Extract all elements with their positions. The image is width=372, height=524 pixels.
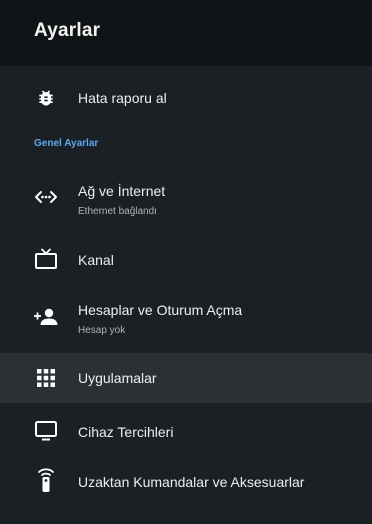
menu-item-remotes-accessories[interactable]: Uzaktan Kumandalar ve Aksesuarlar: [0, 462, 372, 502]
menu-item-channel[interactable]: Kanal: [0, 240, 372, 278]
menu-item-device-preferences[interactable]: Cihaz Tercihleri: [0, 412, 372, 450]
tv-icon: [33, 246, 59, 272]
section-header-general: Genel Ayarlar: [34, 138, 99, 149]
menu-item-label: Uygulamalar: [78, 370, 157, 386]
page-title: Ayarlar: [34, 20, 101, 41]
apps-grid-icon: [33, 365, 59, 391]
menu-item-label: Hesaplar ve Oturum Açma: [78, 302, 243, 318]
menu-item-sublabel: Ethernet bağlandı: [78, 206, 157, 217]
menu-item-apps[interactable]: Uygulamalar: [0, 353, 372, 403]
menu-item-label: Kanal: [78, 252, 114, 268]
menu-item-label: Uzaktan Kumandalar ve Aksesuarlar: [78, 474, 305, 490]
monitor-icon: [33, 418, 59, 444]
menu-item-label: Ağ ve İnternet: [78, 183, 166, 199]
network-icon: [33, 184, 59, 210]
header-bar: Ayarlar: [0, 0, 372, 66]
remote-icon: [33, 467, 59, 493]
menu-item-bug-report[interactable]: Hata raporu al: [0, 80, 372, 116]
bug-icon: [33, 85, 59, 111]
menu-item-network[interactable]: Ağ ve İnternet Ethernet bağlandı: [0, 172, 372, 226]
menu-item-sublabel: Hesap yok: [78, 325, 126, 336]
settings-screen: Ayarlar Hata raporu al Genel Ayarlar Ağ …: [0, 0, 372, 524]
menu-item-label: Cihaz Tercihleri: [78, 424, 174, 440]
menu-item-accounts[interactable]: Hesaplar ve Oturum Açma Hesap yok: [0, 292, 372, 344]
menu-item-label: Hata raporu al: [78, 90, 167, 106]
add-account-icon: [33, 304, 59, 330]
